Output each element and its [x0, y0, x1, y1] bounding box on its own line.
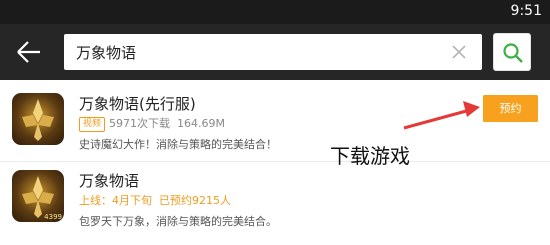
annotation-arrow	[403, 101, 480, 130]
annotation-label: 下载游戏	[330, 144, 410, 168]
